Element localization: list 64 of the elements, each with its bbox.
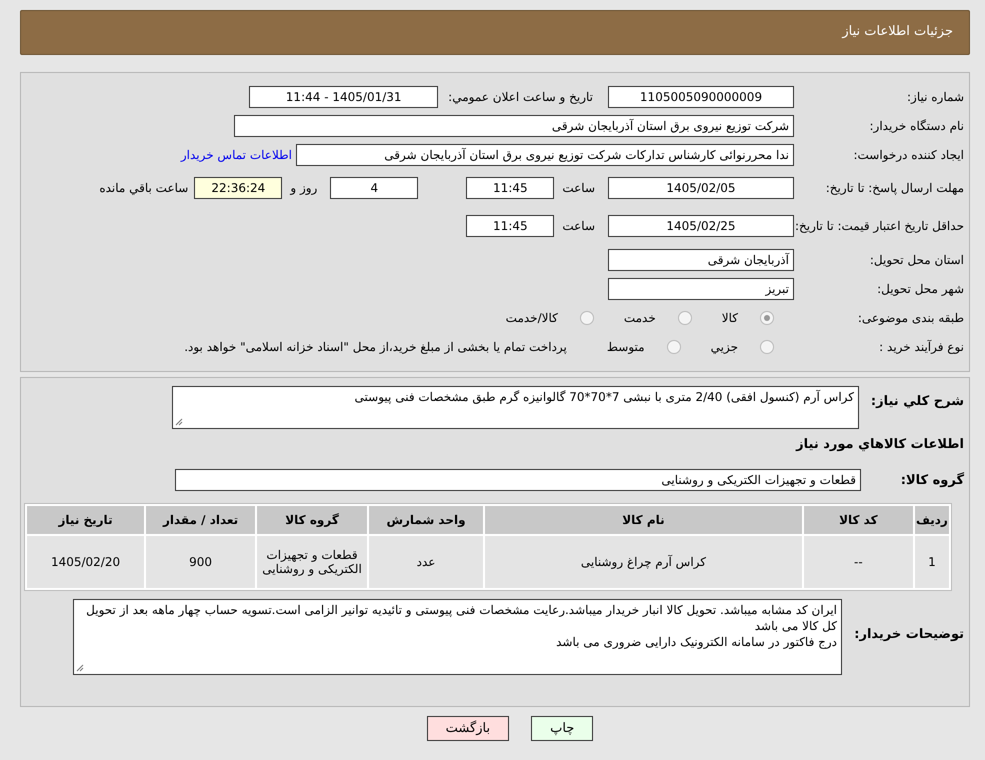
table-cell: قطعات و تجهیزات الکتریکی و روشنایی bbox=[257, 536, 368, 588]
buyer-contact-link[interactable]: اطلاعات تماس خریدار bbox=[180, 148, 292, 162]
radio-button[interactable] bbox=[678, 310, 692, 324]
column-header: تاریخ نیاز bbox=[27, 506, 144, 534]
radio-button[interactable] bbox=[580, 310, 594, 324]
field-label: ساعت باقي مانده bbox=[99, 181, 188, 195]
remaining-time-field: 22:36:24 bbox=[194, 177, 282, 199]
column-header: ردیف bbox=[914, 506, 949, 534]
radio-button[interactable] bbox=[666, 340, 681, 354]
radio-button[interactable] bbox=[760, 340, 774, 354]
field-label: ایجاد کننده درخواست: bbox=[852, 148, 964, 162]
table-cell: 900 bbox=[146, 536, 256, 588]
column-header: گروه کالا bbox=[257, 506, 368, 534]
product-group-field: قطعات و تجهیزات الکتریکی و روشنایی bbox=[175, 469, 861, 491]
column-header: نام کالا bbox=[485, 506, 802, 534]
field-label: ساعت bbox=[562, 181, 595, 195]
option-label: جزيي bbox=[710, 340, 738, 354]
field-label: گروه کالا: bbox=[900, 472, 964, 488]
field-label: نام دستگاه خریدار: bbox=[868, 118, 964, 132]
table-cell: 1405/02/20 bbox=[27, 536, 144, 588]
time-field: 11:45 bbox=[466, 177, 554, 199]
buyer-field: شرکت توزیع نیروی برق استان آذربایجان شرقی bbox=[234, 114, 794, 136]
requester-field: ندا محررنوائی کارشناس تدارکات شرکت توزیع نیروی برق استان آذربایجان شرقی bbox=[296, 144, 794, 166]
radio-button[interactable] bbox=[760, 310, 774, 324]
print-button[interactable]: چاپ bbox=[531, 716, 594, 741]
column-header: کد کالا bbox=[804, 506, 913, 534]
option-label: کالا/خدمت bbox=[506, 310, 558, 324]
resize-grip-icon[interactable] bbox=[175, 418, 183, 426]
option-label: کالا bbox=[722, 310, 738, 324]
buyer-notes-box[interactable]: ایران کد مشابه میباشد. تحویل کالا انبار خریدار میباشد.رعایت مشخصات فنی پیوستی و تائیدیه توانیر الزامی است.تسویه حساب چهار ماهه بعد از تحویل کل کالا می باشد درج فاکتور در سامانه الکترونیک دارایی ضروری می باشد bbox=[73, 599, 842, 675]
field-label: مهلت ارسال پاسخ: تا تاریخ: bbox=[824, 181, 964, 195]
field-label: استان محل تحویل: bbox=[868, 252, 964, 266]
field-label: شهر محل تحویل: bbox=[876, 282, 964, 296]
date-field: 1405/02/05 bbox=[608, 177, 794, 199]
resize-grip-icon[interactable] bbox=[76, 664, 84, 672]
city-field: تبریز bbox=[608, 278, 794, 300]
field-label: ساعت bbox=[562, 219, 595, 233]
back-button[interactable]: بازگشت bbox=[426, 716, 510, 741]
column-header: تعداد / مقدار bbox=[146, 506, 256, 534]
description-box[interactable]: کراس آرم (کنسول افقی) 2/40 متری با نبشی 7*70*70 گالوانیزه گرم طبق مشخصات فنی پیوستی bbox=[172, 386, 859, 429]
column-header: واحد شمارش bbox=[369, 506, 484, 534]
field-label: شماره نیاز: bbox=[906, 90, 964, 104]
page-title: جزئیات اطلاعات نیاز bbox=[840, 23, 954, 39]
announce-date-field: 1405/01/31 - 11:44 bbox=[249, 86, 438, 108]
table-cell: -- bbox=[804, 536, 913, 588]
payment-note: پرداخت تمام یا بخشی از مبلغ خرید،از محل "اسناد خزانه اسلامی" خواهد بود. bbox=[184, 340, 567, 354]
date-field: 1405/02/25 bbox=[608, 215, 794, 237]
days-field: 4 bbox=[330, 177, 418, 199]
table-cell: کراس آرم چراغ روشنایی bbox=[485, 536, 802, 588]
section-heading: اطلاعات کالاهاي مورد نیاز bbox=[796, 437, 964, 454]
field-label: حداقل تاریخ اعتبار قیمت: تا تاریخ: bbox=[794, 219, 964, 233]
need-number-field: 1105005090000009 bbox=[608, 86, 794, 108]
field-label: توضیحات خریدار: bbox=[853, 626, 964, 642]
province-field: آذربایجان شرقی bbox=[608, 248, 794, 270]
time-field: 11:45 bbox=[466, 215, 554, 237]
option-label: متوسط bbox=[606, 340, 645, 354]
option-label: خدمت bbox=[624, 310, 656, 324]
field-label: شرح کلي نیاز: bbox=[870, 393, 964, 409]
field-label: نوع فرآیند خرید : bbox=[878, 340, 964, 354]
table-cell: 1 bbox=[914, 536, 949, 588]
field-label: تاریخ و ساعت اعلان عمومي: bbox=[448, 90, 593, 104]
field-label: روز و bbox=[290, 181, 318, 195]
field-label: طبقه بندی موضوعی: bbox=[856, 310, 964, 324]
table-cell: عدد bbox=[369, 536, 484, 588]
